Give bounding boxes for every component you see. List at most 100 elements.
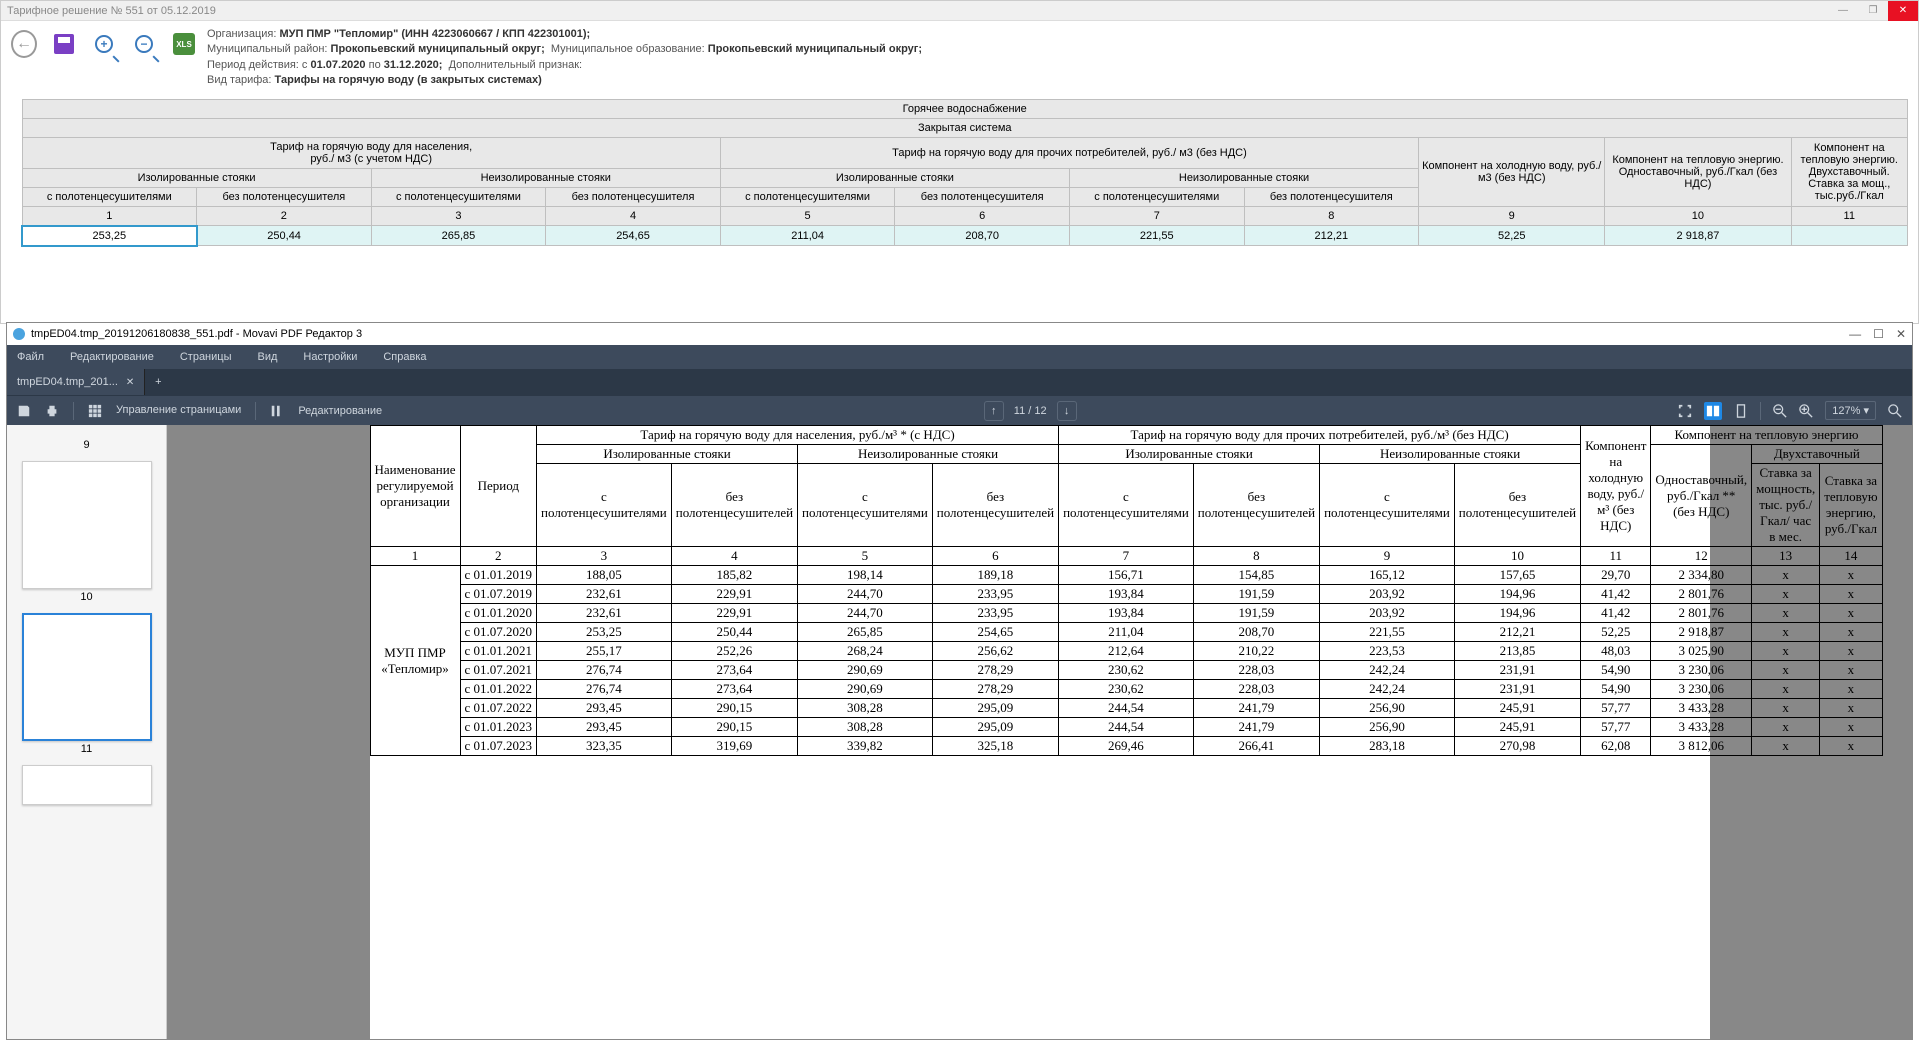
pdf-menubar: Файл Редактирование Страницы Вид Настройки Сп… — [7, 345, 1912, 369]
menu-item[interactable]: Настройки — [303, 351, 357, 363]
col-num: 3 — [371, 206, 546, 226]
doc-data-cell: 194,96 — [1454, 585, 1580, 604]
doc-data-cell: 244,70 — [798, 604, 933, 623]
data-cell[interactable]: 208,70 — [895, 226, 1070, 246]
doc-data-cell: 208,70 — [1193, 623, 1319, 642]
col-num: 6 — [895, 206, 1070, 226]
header-wt-1: с полотенцесушителями — [22, 187, 197, 206]
search-icon[interactable] — [1888, 404, 1902, 418]
save-button[interactable] — [51, 31, 77, 57]
col-num: 8 — [1244, 206, 1419, 226]
doc-data-cell: x — [1752, 661, 1820, 680]
close-button[interactable]: ✕ — [1888, 1, 1918, 21]
doc-header-heat: Компонент на тепловую энергию — [1651, 426, 1882, 445]
menu-item[interactable]: Файл — [17, 351, 44, 363]
page-down-button[interactable]: ↓ — [1057, 401, 1077, 421]
data-cell[interactable]: 52,25 — [1419, 226, 1605, 246]
pdf-document-tab[interactable]: tmpED04.tmp_201... ✕ — [7, 369, 145, 395]
page-thumbnail-11[interactable] — [22, 613, 152, 741]
doc-col-num: 11 — [1581, 547, 1651, 566]
tariff-table[interactable]: Горячее водоснабжение Закрытая система Т… — [21, 99, 1908, 247]
doc-data-cell: 241,79 — [1193, 718, 1319, 737]
menu-item[interactable]: Справка — [383, 351, 426, 363]
doc-data-cell: 254,65 — [932, 623, 1058, 642]
page-thumbnail-12[interactable] — [22, 765, 152, 805]
doc-data-cell: с 01.07.2021 — [460, 661, 537, 680]
doc-data-cell: 273,64 — [671, 661, 797, 680]
single-page-icon[interactable] — [1734, 404, 1748, 418]
data-cell[interactable]: 212,21 — [1244, 226, 1419, 246]
facing-pages-icon[interactable] — [1704, 402, 1722, 420]
maximize-button[interactable]: ❐ — [1858, 1, 1888, 21]
manage-pages-button[interactable]: Управление страницами — [116, 404, 241, 416]
data-cell[interactable]: 265,85 — [371, 226, 546, 246]
export-xls-button[interactable]: XLS — [171, 31, 197, 57]
doc-header-wt1: с полотенцесушителями — [537, 464, 672, 547]
header-wot-4: без полотенцесушителя — [1244, 187, 1419, 206]
pdf-viewport[interactable]: Наименование регулируемой организации Пе… — [167, 425, 1912, 1039]
doc-data-cell: 244,70 — [798, 585, 933, 604]
doc-data-cell: 191,59 — [1193, 604, 1319, 623]
doc-header-cap: Ставка за мощность, тыс. руб./ Гкал/ час… — [1752, 464, 1820, 547]
page-thumbnail-10[interactable] — [22, 461, 152, 589]
pdf-maximize-button[interactable]: ☐ — [1873, 327, 1884, 341]
doc-data-cell: 194,96 — [1454, 604, 1580, 623]
data-cell[interactable]: 211,04 — [720, 226, 895, 246]
pdf-tab-close-icon[interactable]: ✕ — [126, 377, 134, 388]
zoom-level[interactable]: 127% ▾ — [1825, 401, 1876, 420]
grid-icon[interactable] — [88, 404, 102, 418]
zoom-in-button[interactable]: + — [91, 31, 117, 57]
header-other-tariff: Тариф на горячую воду для прочих потреби… — [720, 137, 1418, 168]
doc-data-cell: 2 334,80 — [1651, 566, 1752, 585]
menu-item[interactable]: Страницы — [180, 351, 232, 363]
edit-mode-icon[interactable] — [270, 404, 284, 418]
fullscreen-icon[interactable] — [1678, 404, 1692, 418]
panel-resizer[interactable]: ⟨⟩ — [167, 681, 175, 692]
doc-header-wt3: с полотенцесушителями — [1059, 464, 1194, 547]
header-wot-1: без полотенцесушителя — [197, 187, 372, 206]
col-num: 5 — [720, 206, 895, 226]
zoom-out-button[interactable]: − — [131, 31, 157, 57]
menu-item[interactable]: Редактирование — [70, 351, 154, 363]
data-cell[interactable]: 254,65 — [546, 226, 721, 246]
data-cell[interactable]: 250,44 — [197, 226, 372, 246]
doc-data-cell: 212,21 — [1454, 623, 1580, 642]
print-icon[interactable] — [45, 404, 59, 418]
data-cell[interactable]: 2 918,87 — [1605, 226, 1791, 246]
doc-header-iso1: Изолированные стояки — [537, 445, 798, 464]
data-cell[interactable] — [1791, 226, 1907, 246]
doc-data-cell: 242,24 — [1320, 661, 1455, 680]
data-cell[interactable]: 253,25 — [22, 226, 197, 246]
doc-data-cell: 290,69 — [798, 661, 933, 680]
editing-button[interactable]: Редактирование — [298, 405, 382, 417]
page-up-button[interactable]: ↑ — [984, 401, 1004, 421]
doc-data-cell: с 01.07.2023 — [460, 737, 537, 756]
doc-data-cell: 3 025,90 — [1651, 642, 1752, 661]
pdf-add-tab-button[interactable]: + — [145, 369, 171, 395]
data-cell[interactable]: 221,55 — [1069, 226, 1244, 246]
doc-data-cell: 221,55 — [1320, 623, 1455, 642]
doc-data-cell: 62,08 — [1581, 737, 1651, 756]
doc-data-cell: x — [1752, 642, 1820, 661]
doc-data-cell: x — [1820, 604, 1882, 623]
doc-col-num: 10 — [1454, 547, 1580, 566]
doc-data-cell: x — [1820, 661, 1882, 680]
save-icon[interactable] — [17, 404, 31, 418]
doc-data-cell: 295,09 — [932, 699, 1058, 718]
minimize-button[interactable]: — — [1828, 1, 1858, 21]
thumbnail-panel[interactable]: 9 10 11 — [7, 425, 167, 1039]
doc-data-cell: 29,70 — [1581, 566, 1651, 585]
back-button[interactable]: ← — [11, 31, 37, 57]
doc-data-cell: 325,18 — [932, 737, 1058, 756]
pdf-close-button[interactable]: ✕ — [1896, 327, 1906, 341]
doc-col-num: 14 — [1820, 547, 1882, 566]
header-iso-1: Изолированные стояки — [22, 168, 371, 187]
doc-header-wot4: без полотенцесушителей — [1454, 464, 1580, 547]
menu-item[interactable]: Вид — [258, 351, 278, 363]
header-heat-component: Компонент на тепловую энергию. Одноставо… — [1605, 137, 1791, 206]
doc-data-cell: 188,05 — [537, 566, 672, 585]
zoom-in-icon[interactable] — [1799, 404, 1813, 418]
pdf-minimize-button[interactable]: — — [1849, 327, 1861, 341]
doc-data-cell: 3 433,28 — [1651, 699, 1752, 718]
zoom-out-icon[interactable] — [1773, 404, 1787, 418]
